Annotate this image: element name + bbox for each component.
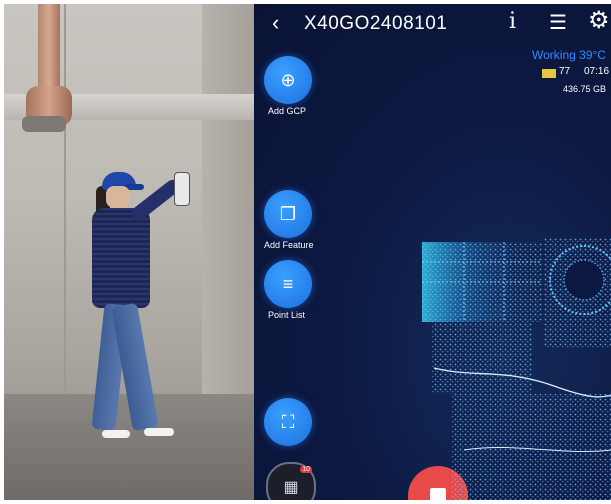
add-gcp-button[interactable]: ⊕ [264, 56, 312, 104]
add-feature-label: Add Feature [264, 240, 314, 250]
status-readout: Working 39°C [532, 48, 606, 62]
focus-frame-icon: ⛶ [281, 411, 295, 432]
gallery-button[interactable]: ▦ 10 [266, 462, 316, 500]
gear-icon[interactable]: ⚙ [588, 6, 610, 35]
gallery-badge: 10 [300, 466, 312, 473]
top-bar: ‹ X40GO2408101 i ☰ ⚙ [254, 4, 611, 42]
person-scanning [84, 172, 204, 452]
list-pin-icon: ≡ [282, 273, 294, 294]
info-icon[interactable]: i [509, 9, 516, 34]
storage-remaining: 436.75 GB [563, 84, 607, 94]
gcp-pin-icon: ⊕ [280, 69, 296, 90]
chevron-left-icon[interactable]: ‹ [272, 10, 279, 36]
right-shoe [144, 428, 174, 436]
gallery-icon: ▦ [283, 479, 299, 496]
pipe-clamp [22, 116, 66, 132]
feature-doc-icon: ❐ [279, 203, 297, 224]
add-gcp-label: Add GCP [268, 106, 307, 116]
face [106, 186, 130, 208]
pipe [38, 4, 60, 94]
cloud-ring-inner [563, 259, 605, 301]
wall-seam [64, 4, 66, 394]
cloud-block-base [452, 464, 611, 500]
cloud-block-lower [452, 394, 611, 464]
handheld-scanner [174, 172, 190, 206]
left-shoe [102, 430, 130, 438]
temperature-text: 39°C [579, 48, 606, 62]
torso [92, 208, 150, 308]
cloud-block-middle [432, 322, 532, 394]
camera-photo [4, 4, 254, 500]
scanner-app: ‹ X40GO2408101 i ☰ ⚙ Working 39°C 77 07:… [254, 4, 611, 500]
add-feature-button[interactable]: ❐ [264, 190, 312, 238]
clock-time: 07:16 [584, 66, 610, 77]
point-cloud-structure [422, 238, 611, 500]
page-title: X40GO2408101 [304, 13, 448, 34]
focus-button[interactable]: ⛶ [264, 398, 312, 446]
point-list-label: Point List [268, 310, 306, 320]
point-list-button[interactable]: ≡ [264, 260, 312, 308]
menu-icon[interactable]: ☰ [549, 10, 567, 35]
battery-icon [542, 69, 556, 78]
status-text: Working [532, 48, 576, 62]
point-cloud-view [422, 238, 611, 500]
battery-level: 77 [559, 66, 571, 77]
